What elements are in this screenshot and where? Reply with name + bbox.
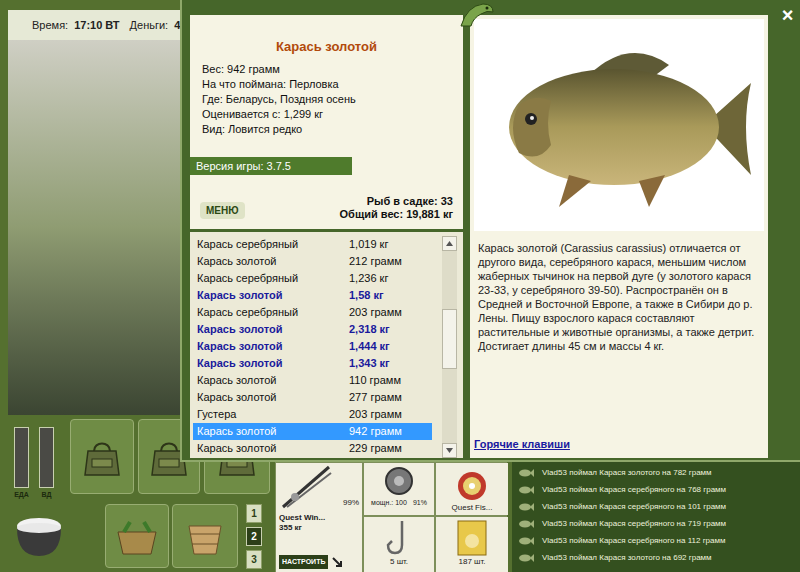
reel-icon (382, 464, 416, 498)
bait-count: 187 шт. (459, 557, 486, 567)
bag-icon (80, 435, 124, 479)
game-screen: Время:17:10 ВТДеньги:4ЕДАВД12399%Quest W… (0, 0, 800, 572)
status-bars: ЕДА ВД (8, 419, 66, 499)
line-name: Quest Fis... (452, 503, 493, 513)
total-weight: Общий вес: 19,881 кг (340, 208, 453, 221)
fish-icon (518, 502, 534, 512)
version-bar: Версия игры: 3.7.5 (190, 157, 352, 175)
catch-row[interactable]: Карась золотой212 грамм (193, 253, 432, 270)
pot-icon (12, 512, 66, 560)
rod-icon (279, 465, 333, 509)
fish-picture (474, 19, 764, 231)
rod-wear: 99% (343, 497, 359, 509)
reel-wear: 91% (413, 498, 427, 507)
basket-slot[interactable] (105, 504, 169, 568)
catch-row[interactable]: Карась золотой1,444 кг (193, 338, 432, 355)
fish-detail: Вид: Ловится редко (202, 122, 463, 137)
menu-button[interactable]: МЕНЮ (200, 202, 245, 219)
bag-slot[interactable] (70, 419, 134, 494)
fish-description: Карась золотой (Carassius carassius) отл… (470, 231, 768, 353)
hook-icon (382, 519, 416, 557)
catch-list: Карась серебряный1,019 кгКарась золотой2… (190, 232, 463, 458)
status-label: ВД (42, 490, 52, 499)
log-row: Vlad53 поймал Карася серебряного на 112 … (518, 532, 800, 549)
log-row: Vlad53 поймал Карася золотого на 782 гра… (518, 464, 800, 481)
bucket-icon (183, 516, 227, 556)
log-row: Vlad53 поймал Карася серебряного на 768 … (518, 481, 800, 498)
keepnet-count: Рыб в садке: 33 (367, 195, 453, 208)
catch-row[interactable]: Карась серебряный203 грамм (193, 304, 432, 321)
status-bar (39, 427, 54, 488)
catch-row[interactable]: Карась золотой277 грамм (193, 389, 432, 406)
page-button[interactable]: 1 (246, 504, 262, 523)
log-row: Vlad53 поймал Карася серебряного на 101 … (518, 498, 800, 515)
hotkeys-link[interactable]: Горячие клавиши (470, 436, 768, 459)
carp-icon (479, 35, 759, 215)
fish-detail: На что поймана: Перловка (202, 77, 463, 92)
reel-cell[interactable]: мощн.: 100 91% (364, 463, 434, 515)
fish-detail: Где: Беларусь, Поздняя осень (202, 92, 463, 107)
catch-row[interactable]: Карась серебряный1,019 кг (193, 236, 432, 253)
line-cell[interactable]: Quest Fis... (436, 463, 508, 515)
page-button[interactable]: 2 (246, 527, 262, 546)
rod-name: Quest Win... (279, 513, 359, 523)
fish-info-panel: Карась золотой (Carassius carassius) отл… (470, 15, 768, 458)
scroll-up-icon (446, 241, 453, 246)
tackle-panel: 99% Quest Win...355 кг НАСТРОИТЬ мощн.: 100… (275, 462, 507, 572)
basket-icon (114, 516, 160, 556)
catch-row[interactable]: Карась золотой1,58 кг (193, 287, 432, 304)
bait-pack-icon (454, 519, 490, 557)
status-label: ЕДА (14, 490, 29, 499)
pot-slot[interactable] (8, 504, 70, 568)
fish-icon (518, 468, 534, 478)
catch-log: Vlad53 поймал Карася золотого на 782 гра… (512, 462, 800, 572)
fish-detail: Оценивается с: 1,299 кг (202, 107, 463, 122)
status-bar (14, 427, 29, 488)
scroll-down-icon (446, 448, 453, 453)
catch-row[interactable]: Карась серебряный1,236 кг (193, 270, 432, 287)
fish-detail: Вес: 942 грамм (202, 62, 463, 77)
fish-card: Карась золотой Вес: 942 граммНа что пойма… (190, 15, 463, 157)
money-label: Деньги: (130, 17, 169, 34)
scrollbar[interactable] (442, 236, 457, 458)
close-button[interactable]: × (782, 5, 794, 458)
fish-icon (518, 536, 534, 546)
catch-row[interactable]: Карась золотой2,318 кг (193, 321, 432, 338)
catch-row[interactable]: Густера203 грамм (193, 406, 432, 423)
page-buttons: 1 2 3 (246, 504, 262, 569)
fish-dialog: Карась золотой Вес: 942 граммНа что пойма… (180, 0, 800, 462)
fish-icon (518, 519, 534, 529)
time-value: 17:10 ВТ (74, 17, 119, 34)
time-label: Время: (32, 17, 68, 34)
log-row: Vlad53 поймал Карася золотого на 692 гра… (518, 549, 800, 566)
log-row: Vlad53 поймал Карася серебряного на 719 … (518, 515, 800, 532)
arrow-icon (332, 557, 342, 567)
scroll-thumb[interactable] (442, 309, 457, 369)
hooks-count: 5 шт. (390, 557, 408, 567)
catch-row[interactable]: Карась золотой1,343 кг (193, 355, 432, 372)
line-spool-icon (455, 469, 489, 503)
catch-row[interactable]: Карась золотой942 грамм (193, 423, 432, 440)
rod-cell[interactable]: 99% Quest Win...355 кг НАСТРОИТЬ (276, 463, 362, 572)
hook-cell[interactable]: 5 шт. (364, 517, 434, 572)
bucket-slot[interactable] (172, 504, 238, 568)
page-button[interactable]: 3 (246, 550, 262, 569)
fish-title: Карась золотой (190, 15, 463, 57)
lizard-logo-icon (457, 0, 497, 28)
catch-row[interactable]: Карась золотой110 грамм (193, 372, 432, 389)
bait-cell[interactable]: 187 шт. (436, 517, 508, 572)
catch-row[interactable]: Карась золотой229 грамм (193, 440, 432, 457)
setup-button[interactable]: НАСТРОИТЬ (279, 555, 328, 570)
fish-icon (518, 553, 534, 563)
reel-power: мощн.: 100 (371, 498, 407, 507)
fish-icon (518, 485, 534, 495)
rod-load: 355 кг (279, 523, 359, 533)
